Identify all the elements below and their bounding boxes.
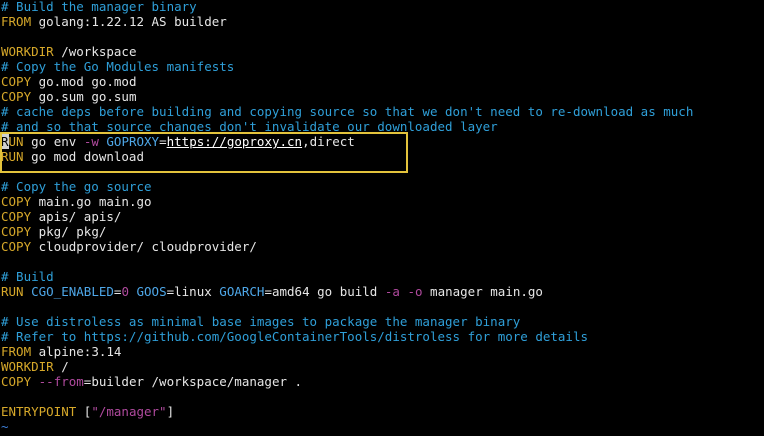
code-text: go env bbox=[23, 134, 84, 149]
flag-text: --from bbox=[38, 374, 84, 389]
keyword-text: COPY bbox=[1, 209, 32, 224]
comment-text: # Refer to https://github.com/GoogleCont… bbox=[1, 329, 588, 344]
empty-line-tilde: ~ bbox=[1, 419, 9, 434]
code-line[interactable]: COPY pkg/ pkg/ bbox=[1, 224, 693, 239]
code-text: =builder /workspace/manager . bbox=[83, 374, 303, 389]
comment-text: # Build the manager binary bbox=[1, 0, 197, 14]
code-text: ,direct bbox=[302, 134, 355, 149]
code-line[interactable] bbox=[1, 254, 693, 269]
keyword-text: RUN bbox=[1, 149, 24, 164]
keyword-text: UN bbox=[8, 134, 24, 149]
variable-name: GOPROXY bbox=[106, 134, 160, 149]
code-line[interactable]: # Copy the Go Modules manifests bbox=[1, 59, 693, 74]
code-line[interactable]: # Use distroless as minimal base images … bbox=[1, 314, 693, 329]
code-text: = bbox=[159, 134, 167, 149]
keyword-text: COPY bbox=[1, 224, 32, 239]
keyword-text: ENTRYPOINT bbox=[1, 404, 77, 419]
code-line[interactable]: RUN CGO_ENABLED=0 GOOS=linux GOARCH=amd6… bbox=[1, 284, 693, 299]
code-line[interactable]: RUN go env -w GOPROXY=https://goproxy.cn… bbox=[1, 134, 693, 149]
keyword-text: WORKDIR bbox=[1, 359, 54, 374]
code-text: cloudprovider/ cloudprovider/ bbox=[31, 239, 257, 254]
code-line[interactable]: # Copy the go source bbox=[1, 179, 693, 194]
code-text: go mod download bbox=[23, 149, 144, 164]
code-text: ] bbox=[166, 404, 175, 419]
comment-text: # and so that source changes don't inval… bbox=[1, 119, 498, 134]
string-literal: "/manager" bbox=[91, 404, 167, 419]
code-line[interactable] bbox=[1, 299, 693, 314]
keyword-text: COPY bbox=[1, 374, 32, 389]
code-line[interactable]: COPY --from=builder /workspace/manager . bbox=[1, 374, 693, 389]
comment-text: # Build bbox=[1, 269, 54, 284]
code-line[interactable] bbox=[1, 389, 693, 404]
code-line[interactable] bbox=[1, 29, 693, 44]
comment-text: # Use distroless as minimal base images … bbox=[1, 314, 521, 329]
code-line[interactable]: COPY apis/ apis/ bbox=[1, 209, 693, 224]
code-text: alpine:3.14 bbox=[31, 344, 122, 359]
code-line[interactable]: WORKDIR / bbox=[1, 359, 693, 374]
code-line[interactable]: RUN go mod download bbox=[1, 149, 693, 164]
code-text: pkg/ pkg/ bbox=[31, 224, 107, 239]
code-line[interactable]: ENTRYPOINT ["/manager"] bbox=[1, 404, 693, 419]
code-line[interactable]: COPY go.sum go.sum bbox=[1, 89, 693, 104]
variable-name: GOARCH bbox=[219, 284, 265, 299]
code-line[interactable] bbox=[1, 164, 693, 179]
code-text: =linux bbox=[166, 284, 220, 299]
text-cursor: R bbox=[1, 134, 9, 149]
keyword-text: COPY bbox=[1, 89, 32, 104]
code-text: go.sum go.sum bbox=[31, 89, 137, 104]
flag-text: -o bbox=[407, 284, 423, 299]
flag-text: -w bbox=[83, 134, 99, 149]
comment-text: # cache deps before building and copying… bbox=[1, 104, 694, 119]
variable-name: CGO_ENABLED bbox=[31, 284, 114, 299]
code-line[interactable]: # cache deps before building and copying… bbox=[1, 104, 693, 119]
keyword-text: COPY bbox=[1, 74, 32, 89]
code-line[interactable]: FROM golang:1.22.12 AS builder bbox=[1, 14, 693, 29]
flag-text: 0 bbox=[121, 284, 129, 299]
variable-name: GOOS bbox=[136, 284, 167, 299]
terminal-editor[interactable]: # Build the manager binary FROM golang:1.… bbox=[0, 0, 764, 436]
keyword-text: WORKDIR bbox=[1, 44, 54, 59]
code-text: manager main.go bbox=[422, 284, 543, 299]
keyword-text: FROM bbox=[1, 344, 32, 359]
code-line[interactable]: # Build the manager binary bbox=[1, 0, 693, 14]
code-line[interactable]: COPY main.go main.go bbox=[1, 194, 693, 209]
code-text: =amd64 go build bbox=[264, 284, 385, 299]
code-line[interactable]: # and so that source changes don't inval… bbox=[1, 119, 693, 134]
code-text: / bbox=[53, 359, 69, 374]
code-line[interactable]: COPY go.mod go.mod bbox=[1, 74, 693, 89]
keyword-text: COPY bbox=[1, 239, 32, 254]
code-text: golang:1.22.12 AS builder bbox=[31, 14, 227, 29]
code-text: [ bbox=[76, 404, 92, 419]
code-lines: # Build the manager binary FROM golang:1.… bbox=[1, 0, 693, 434]
keyword-text: COPY bbox=[1, 194, 32, 209]
url-link[interactable]: https://goproxy.cn bbox=[167, 134, 302, 149]
comment-text: # Copy the go source bbox=[1, 179, 152, 194]
comment-text: # Copy the Go Modules manifests bbox=[1, 59, 235, 74]
code-text: go.mod go.mod bbox=[31, 74, 137, 89]
code-line[interactable]: ~ bbox=[1, 419, 693, 434]
code-text: /workspace bbox=[53, 44, 137, 59]
keyword-text: RUN bbox=[1, 284, 24, 299]
keyword-text: FROM bbox=[1, 14, 32, 29]
code-line[interactable]: COPY cloudprovider/ cloudprovider/ bbox=[1, 239, 693, 254]
code-line[interactable]: # Build bbox=[1, 269, 693, 284]
code-line[interactable]: # Refer to https://github.com/GoogleCont… bbox=[1, 329, 693, 344]
code-line[interactable]: WORKDIR /workspace bbox=[1, 44, 693, 59]
code-text: apis/ apis/ bbox=[31, 209, 122, 224]
code-text: main.go main.go bbox=[31, 194, 152, 209]
flag-text: -a bbox=[384, 284, 400, 299]
code-line[interactable]: FROM alpine:3.14 bbox=[1, 344, 693, 359]
